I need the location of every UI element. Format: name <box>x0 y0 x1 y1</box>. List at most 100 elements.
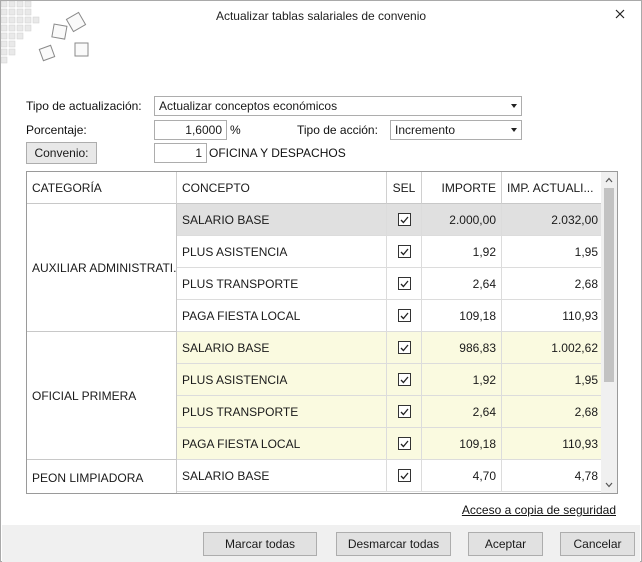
table-row[interactable]: PLUS TRANSPORTE 2,64 2,68 <box>177 268 601 300</box>
chevron-down-icon <box>511 128 517 132</box>
imp-actual-cell: 110,93 <box>562 308 598 323</box>
window-title: Actualizar tablas salariales de convenio <box>215 9 427 23</box>
checkmark-icon <box>400 280 408 287</box>
imp-actual-cell: 2,68 <box>574 404 598 419</box>
chevron-down-icon <box>605 482 613 488</box>
checkmark-icon <box>400 248 408 255</box>
convenio-code-input[interactable]: 1 <box>154 143 207 163</box>
conceptos-grid: CATEGORÍA CONCEPTO SEL IMPORTE IMP. ACTU… <box>26 171 618 494</box>
table-row[interactable]: SALARIO BASE 2.000,00 2.032,00 <box>177 204 601 236</box>
aceptar-button[interactable]: Aceptar <box>468 532 543 556</box>
header-categoria[interactable]: CATEGORÍA <box>27 172 177 204</box>
tipo-actualizacion-label: Tipo de actualización: <box>26 99 142 113</box>
header-imp-actual[interactable]: IMP. ACTUALI... <box>502 172 601 204</box>
imp-actual-cell: 4,78 <box>574 468 598 483</box>
backup-link[interactable]: Acceso a copia de seguridad <box>462 503 616 517</box>
convenio-button[interactable]: Convenio: <box>26 142 97 164</box>
imp-actual-cell: 110,93 <box>562 436 598 451</box>
dialog-window: Actualizar tablas salariales de convenio… <box>0 0 642 562</box>
sel-cell <box>387 364 422 395</box>
importe-cell: 1,92 <box>422 236 502 267</box>
imp-actual-cell: 1,95 <box>574 244 598 259</box>
checkmark-icon <box>400 408 408 415</box>
porcentaje-label: Porcentaje: <box>26 123 87 137</box>
row-checkbox[interactable] <box>397 373 411 386</box>
category-cell[interactable]: OFICIAL PRIMERA <box>27 332 177 460</box>
category-cell[interactable]: AUXILIAR ADMINISTRATI... <box>27 204 177 332</box>
importe-cell: 986,83 <box>422 332 502 363</box>
convenio-name: OFICINA Y DESPACHOS <box>209 146 346 160</box>
imp-actual-cell: 2.032,00 <box>551 212 598 227</box>
importe-cell: 1,92 <box>422 364 502 395</box>
table-row[interactable]: PLUS ASISTENCIA 1,92 1,95 <box>177 236 601 268</box>
row-checkbox[interactable] <box>397 309 411 322</box>
close-button[interactable] <box>609 3 631 25</box>
concepto-cell: PLUS ASISTENCIA <box>177 364 387 395</box>
marcar-todas-button[interactable]: Marcar todas <box>203 532 317 556</box>
checkmark-icon <box>400 472 408 479</box>
checkmark-icon <box>400 440 408 447</box>
footer-bar: Marcar todas Desmarcar todas Aceptar Can… <box>2 525 640 562</box>
table-row[interactable]: PLUS ASISTENCIA 1,92 1,95 <box>177 364 601 396</box>
chevron-down-icon <box>511 104 517 108</box>
concepto-cell: SALARIO BASE <box>177 204 387 235</box>
cancelar-button[interactable]: Cancelar <box>560 532 635 556</box>
row-checkbox[interactable] <box>397 213 411 226</box>
importe-cell: 109,18 <box>422 300 502 331</box>
sel-cell <box>387 460 422 491</box>
row-checkbox[interactable] <box>397 277 411 290</box>
importe-cell: 109,18 <box>422 428 502 459</box>
checkmark-icon <box>400 376 408 383</box>
row-checkbox[interactable] <box>397 469 411 482</box>
importe-cell: 2,64 <box>422 268 502 299</box>
table-row[interactable]: PAGA FIESTA LOCAL 109,18 110,93 <box>177 300 601 332</box>
importe-cell: 2,64 <box>422 396 502 427</box>
concepto-cell: SALARIO BASE <box>177 332 387 363</box>
desmarcar-todas-button[interactable]: Desmarcar todas <box>336 532 451 556</box>
scroll-up-button[interactable] <box>601 172 617 188</box>
imp-actual-cell: 1,95 <box>574 372 598 387</box>
concepto-cell: PLUS ASISTENCIA <box>177 236 387 267</box>
imp-actual-cell: 1.002,62 <box>551 340 598 355</box>
table-row[interactable]: PLUS TRANSPORTE 2,64 2,68 <box>177 396 601 428</box>
row-checkbox[interactable] <box>397 245 411 258</box>
importe-cell: 2.000,00 <box>422 204 502 235</box>
chevron-up-icon <box>605 177 613 183</box>
category-cell[interactable]: PEON LIMPIADORA <box>27 460 177 493</box>
importe-cell: 4,70 <box>422 460 502 491</box>
tipo-actualizacion-value: Actualizar conceptos económicos <box>159 99 338 113</box>
sel-cell <box>387 236 422 267</box>
tipo-actualizacion-select[interactable]: Actualizar conceptos económicos <box>154 96 522 116</box>
concepto-cell: SALARIO BASE <box>177 460 387 491</box>
sel-cell <box>387 268 422 299</box>
concepto-cell: PAGA FIESTA LOCAL <box>177 300 387 331</box>
sel-cell <box>387 300 422 331</box>
scroll-down-button[interactable] <box>601 477 617 493</box>
table-row[interactable]: SALARIO BASE 4,70 4,78 <box>177 460 601 492</box>
porcentaje-input[interactable]: 1,6000 <box>154 120 227 140</box>
header-concepto[interactable]: CONCEPTO <box>177 172 387 204</box>
sel-cell <box>387 332 422 363</box>
row-checkbox[interactable] <box>397 341 411 354</box>
concepto-cell: PLUS TRANSPORTE <box>177 268 387 299</box>
sel-cell <box>387 396 422 427</box>
sel-cell <box>387 204 422 235</box>
concepto-cell: PLUS TRANSPORTE <box>177 396 387 427</box>
porcentaje-unit: % <box>230 123 241 137</box>
sel-cell <box>387 428 422 459</box>
imp-actual-cell: 2,68 <box>574 276 598 291</box>
scroll-thumb[interactable] <box>604 188 614 382</box>
tipo-accion-label: Tipo de acción: <box>297 123 378 137</box>
vertical-scrollbar[interactable] <box>601 172 617 493</box>
concepto-cell: PAGA FIESTA LOCAL <box>177 428 387 459</box>
header-sel[interactable]: SEL <box>387 172 422 204</box>
table-row[interactable]: PAGA FIESTA LOCAL 109,18 110,93 <box>177 428 601 460</box>
table-row[interactable]: SALARIO BASE 986,83 1.002,62 <box>177 332 601 364</box>
checkmark-icon <box>400 216 408 223</box>
tipo-accion-select[interactable]: Incremento <box>390 120 522 140</box>
header-importe[interactable]: IMPORTE <box>422 172 502 204</box>
checkmark-icon <box>400 344 408 351</box>
row-checkbox[interactable] <box>397 405 411 418</box>
row-checkbox[interactable] <box>397 437 411 450</box>
tipo-accion-value: Incremento <box>395 123 456 137</box>
